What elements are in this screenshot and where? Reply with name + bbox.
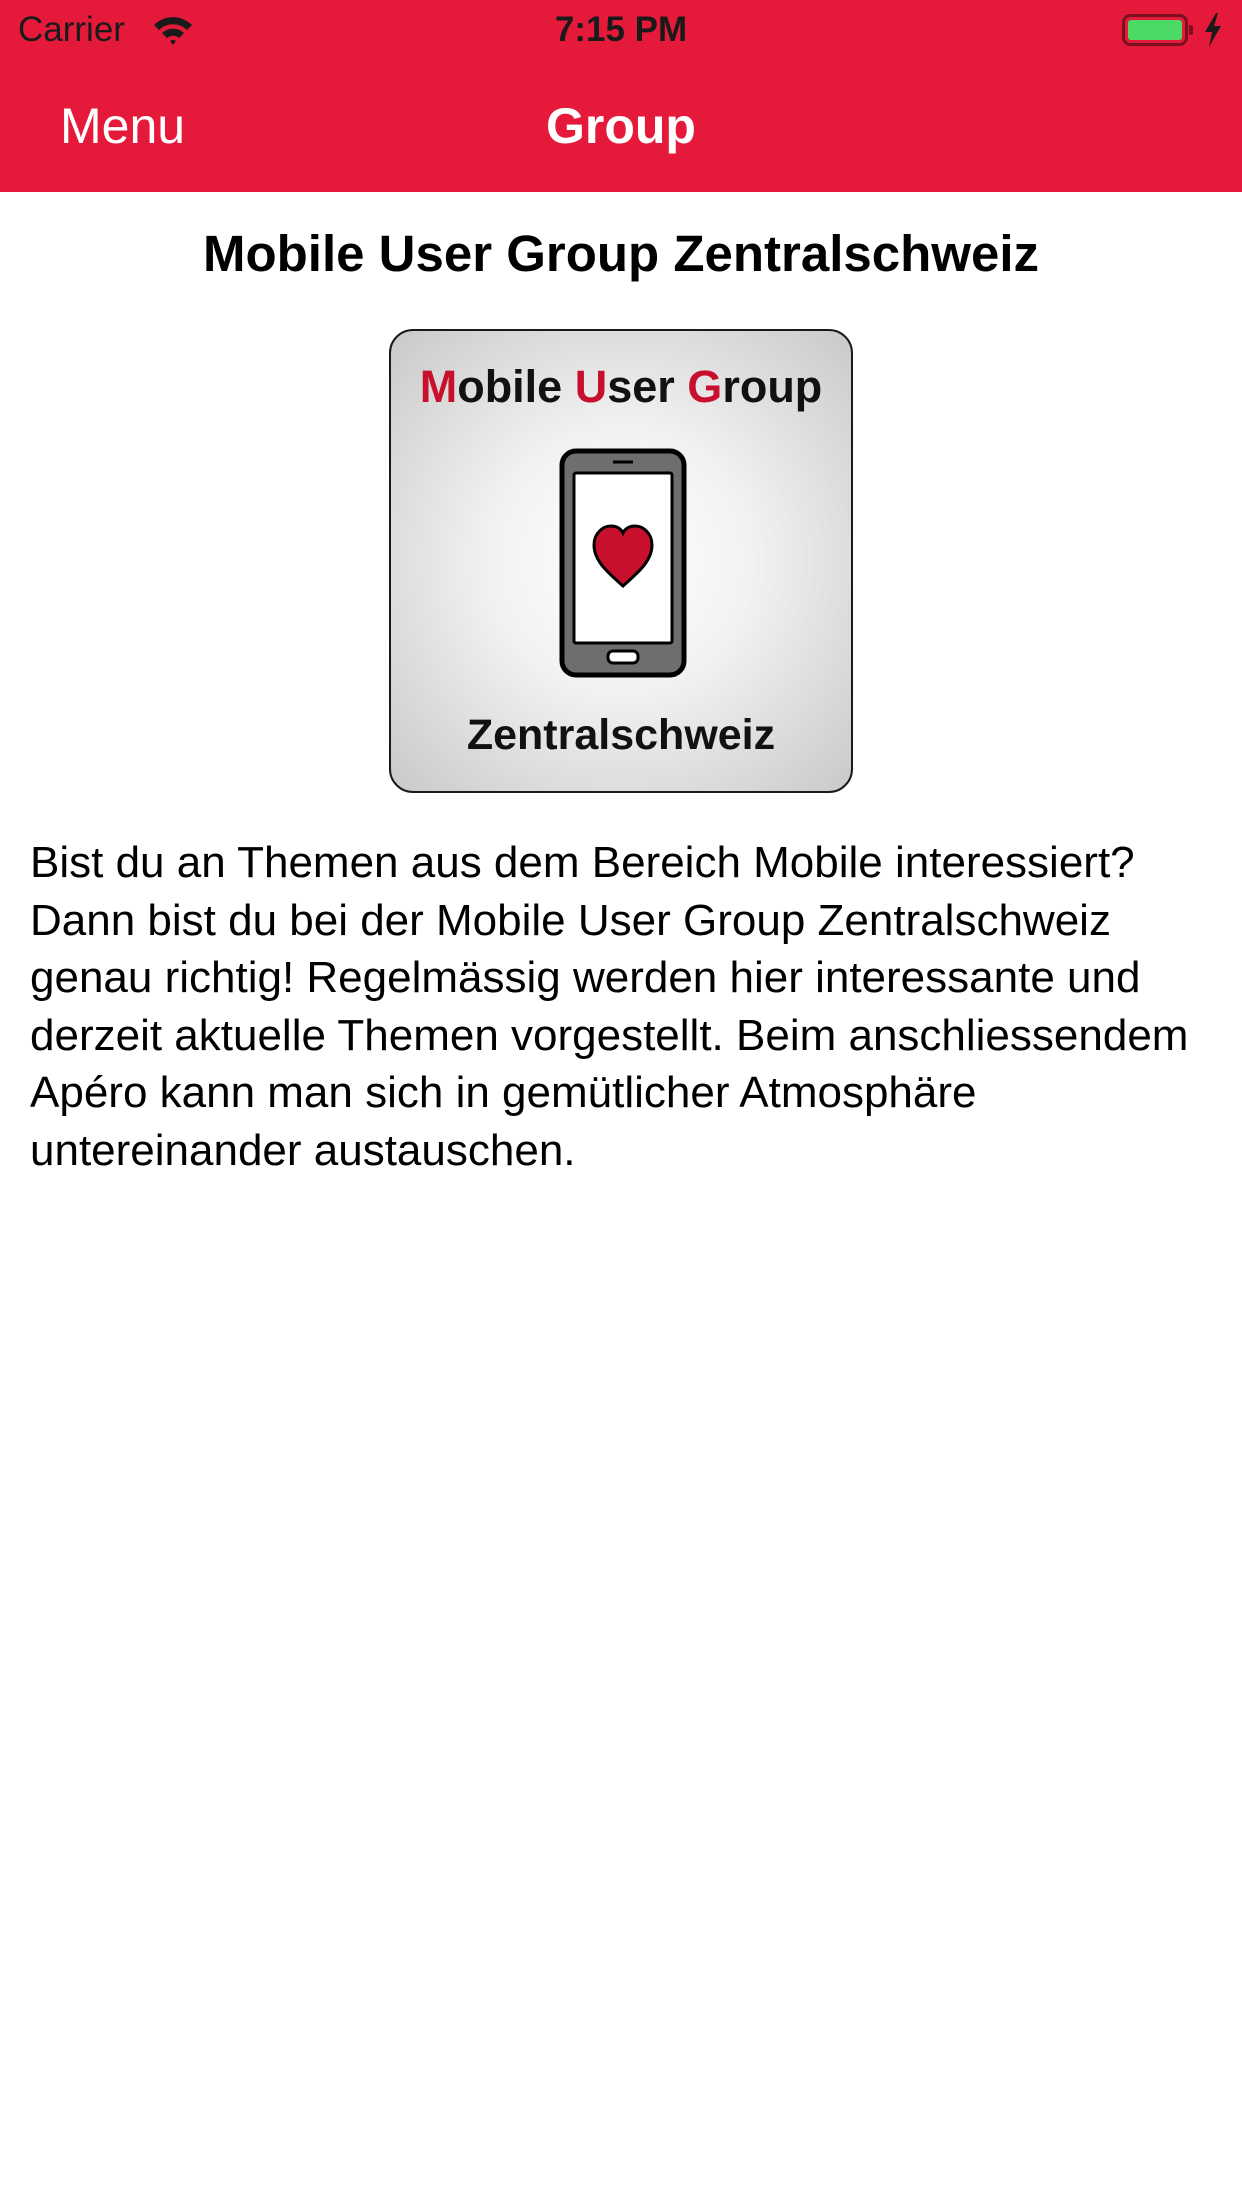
navigation-bar: Menu Group [0, 60, 1242, 192]
battery-icon [1122, 14, 1193, 46]
logo-title: Mobile User Group [419, 361, 823, 412]
page-title: Group [546, 98, 696, 154]
group-name: Mobile User Group Zentralschweiz [203, 225, 1039, 282]
charging-bolt-icon [1205, 13, 1221, 47]
group-logo: Mobile User Group Zentralschweiz [389, 329, 853, 793]
group-description: Bist du an Themen aus dem Bereich Mobile… [30, 838, 1189, 1175]
logo-subtitle: Zentralschweiz [466, 711, 776, 759]
phone-heart-icon [559, 448, 687, 678]
status-bar: Carrier 7:15 PM [0, 0, 1242, 60]
status-time: 7:15 PM [554, 10, 688, 49]
